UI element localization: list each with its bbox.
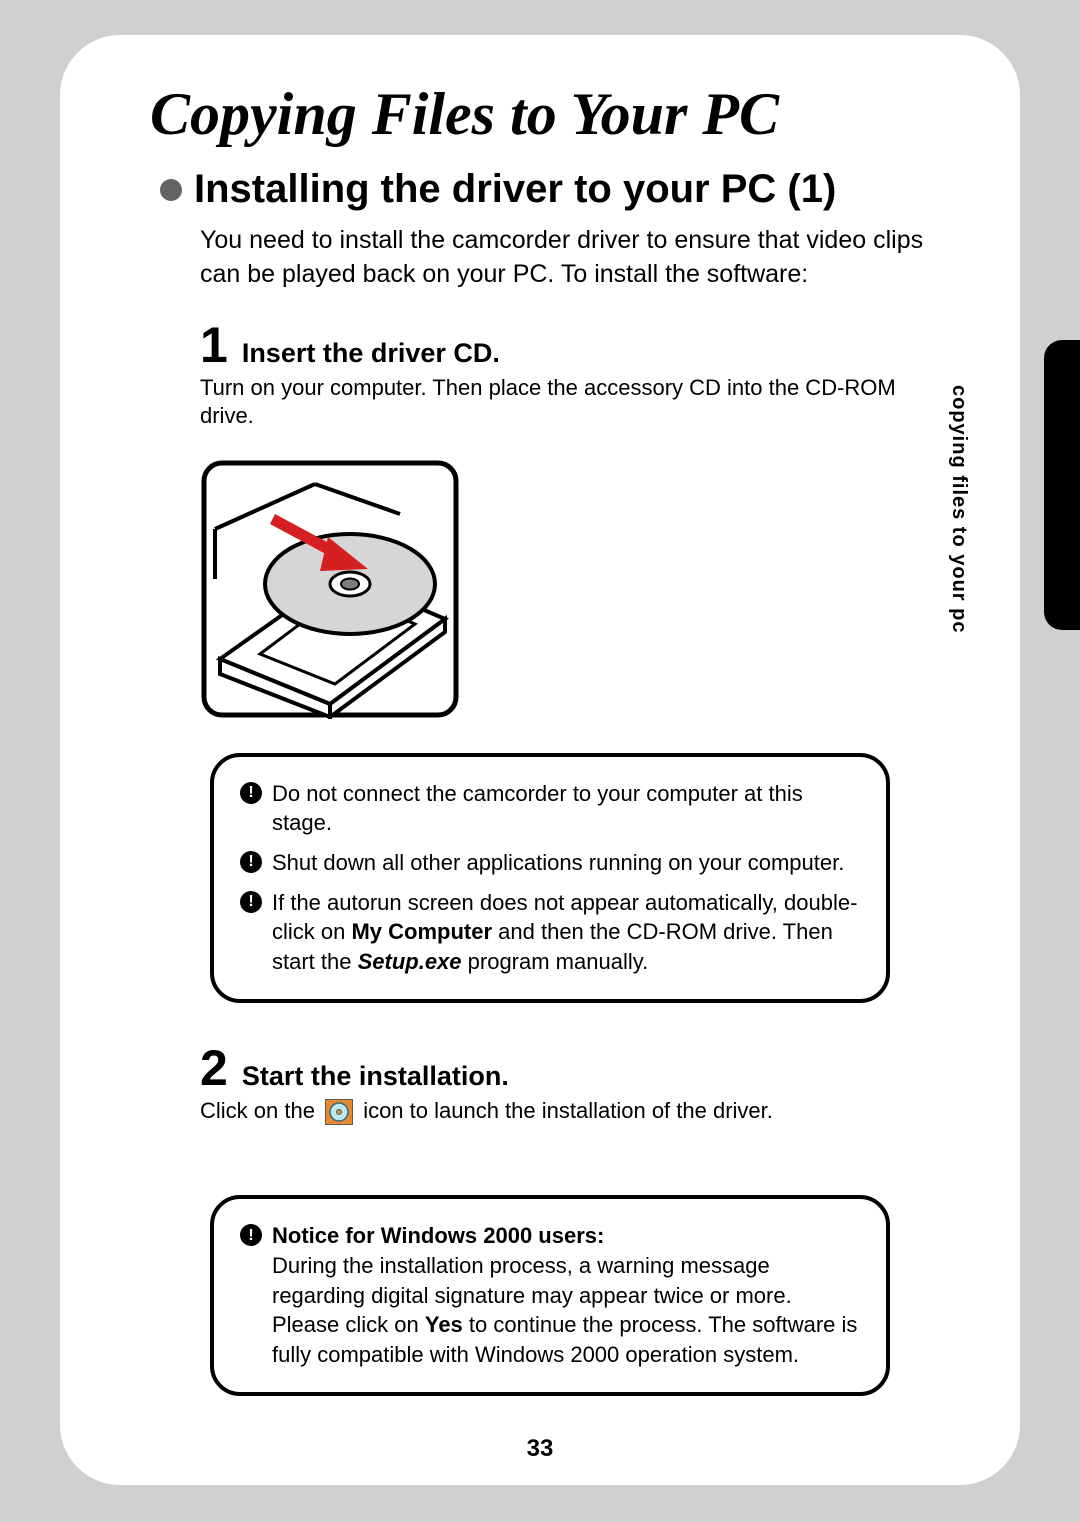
exclamation-icon: ! bbox=[240, 1224, 262, 1246]
notice-box-1: ! Do not connect the camcorder to your c… bbox=[210, 753, 890, 1003]
step-2-title: Start the installation. bbox=[242, 1061, 509, 1092]
step-1-title: Insert the driver CD. bbox=[242, 338, 500, 369]
exclamation-icon: ! bbox=[240, 851, 262, 873]
notice-box-2: ! Notice for Windows 2000 users: During … bbox=[210, 1195, 890, 1395]
step-number-2: 2 bbox=[200, 1043, 228, 1093]
notice1-line1: Do not connect the camcorder to your com… bbox=[272, 779, 860, 838]
notice2-content: Notice for Windows 2000 users: During th… bbox=[272, 1221, 860, 1369]
step-1-heading: 1 Insert the driver CD. bbox=[200, 320, 930, 370]
side-tab bbox=[1044, 340, 1080, 630]
step-number-1: 1 bbox=[200, 320, 228, 370]
bullet-icon bbox=[160, 179, 182, 201]
exclamation-icon: ! bbox=[240, 891, 262, 913]
side-label: copying files to your pc bbox=[947, 385, 970, 633]
notice1-line3: If the autorun screen does not appear au… bbox=[272, 888, 860, 977]
section-title: Installing the driver to your PC (1) bbox=[194, 167, 836, 212]
step-1-body: Turn on your computer. Then place the ac… bbox=[200, 374, 930, 431]
section-heading: Installing the driver to your PC (1) bbox=[160, 167, 930, 212]
step-2-heading: 2 Start the installation. bbox=[200, 1043, 930, 1093]
page-number: 33 bbox=[60, 1435, 1020, 1463]
installer-disc-icon bbox=[325, 1099, 353, 1125]
cd-tray-illustration bbox=[200, 459, 460, 719]
step-2-body: Click on the icon to launch the installa… bbox=[200, 1097, 930, 1126]
exclamation-icon: ! bbox=[240, 782, 262, 804]
page-title: Copying Files to Your PC bbox=[150, 80, 930, 149]
manual-page: copying files to your pc Copying Files t… bbox=[60, 35, 1020, 1485]
intro-paragraph: You need to install the camcorder driver… bbox=[200, 224, 930, 292]
notice1-line2: Shut down all other applications running… bbox=[272, 848, 860, 878]
